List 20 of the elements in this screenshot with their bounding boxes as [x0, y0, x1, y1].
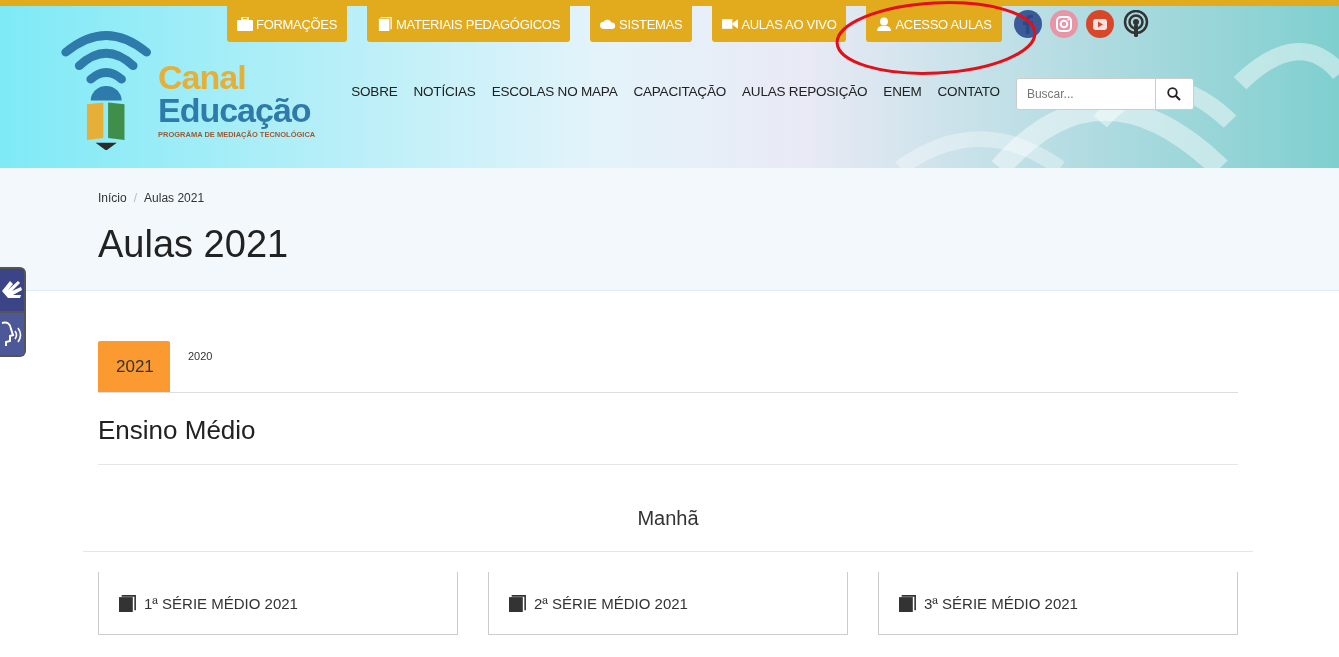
breadcrumb-link[interactable]: Início [98, 191, 127, 205]
nav-link[interactable]: NOTÍCIAS [413, 84, 476, 99]
breadcrumb-current: Aulas 2021 [144, 191, 205, 205]
nav-link[interactable]: CONTATO [937, 84, 1000, 99]
search-field[interactable]: Buscar... [1015, 78, 1156, 110]
shift-title: Manhã [637, 506, 699, 530]
page-title: Aulas 2021 [98, 223, 290, 266]
class-card[interactable]: 1ª SÉRIE MÉDIO 2021 [98, 572, 458, 635]
breadcrumb-separator: / [133, 191, 138, 205]
class-card[interactable]: 3ª SÉRIE MÉDIO 2021 [878, 572, 1238, 635]
nav-link[interactable]: AULAS REPOSIÇÃO [742, 84, 868, 99]
logo-text: Canal [158, 60, 247, 94]
year-tab[interactable]: 2021 [98, 341, 170, 392]
nav-link[interactable]: CAPACITAÇÃO [633, 84, 727, 99]
nav-link[interactable]: ESCOLAS NO MAPA [491, 84, 618, 99]
class-card[interactable]: 2ª SÉRIE MÉDIO 2021 [488, 572, 848, 635]
nav-link[interactable]: SOBRE [351, 84, 398, 99]
year-tab[interactable]: 2020 [170, 341, 231, 371]
nav-link[interactable]: ENEM [883, 84, 922, 99]
section-title: Ensino Médio [98, 393, 1238, 465]
